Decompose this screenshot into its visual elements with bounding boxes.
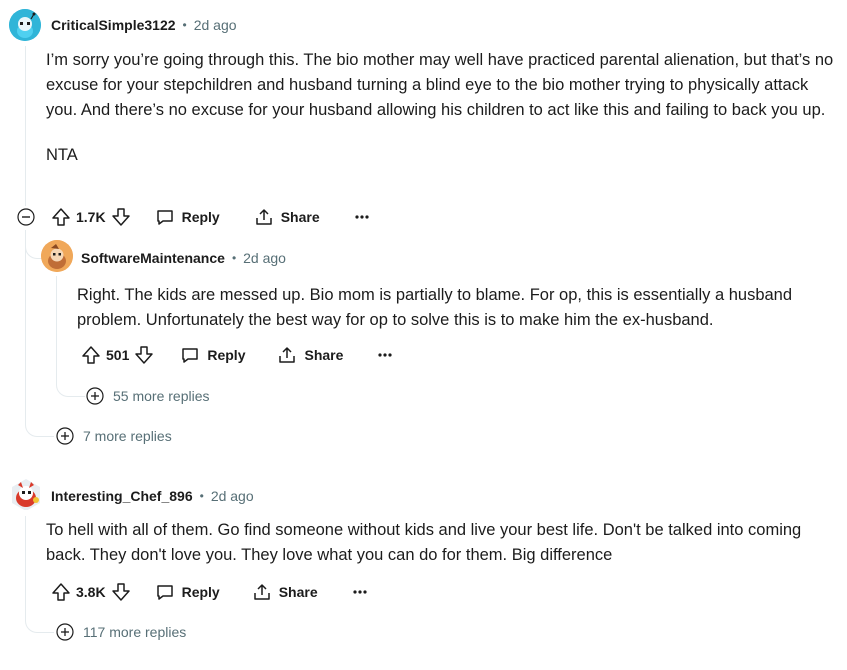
downvote-button[interactable] <box>111 207 131 227</box>
more-options-icon <box>353 590 367 594</box>
comment-body: To hell with all of them. Go find someon… <box>46 518 836 568</box>
comment-timestamp[interactable]: 2d ago <box>243 250 286 266</box>
upvote-button[interactable] <box>51 207 71 227</box>
comment-paragraph: NTA <box>46 146 78 164</box>
downvote-button[interactable] <box>134 345 154 365</box>
thread-line[interactable] <box>25 516 26 608</box>
comment-actions: 3.8K Reply Share <box>51 580 368 604</box>
plus-circle-icon <box>56 427 74 445</box>
avatar[interactable] <box>9 9 41 41</box>
upvote-icon <box>52 208 70 226</box>
more-options-button[interactable] <box>354 214 370 220</box>
reply-label: Reply <box>207 347 246 363</box>
thread-connector <box>25 604 54 633</box>
share-icon <box>279 347 296 363</box>
collapse-icon <box>17 208 35 226</box>
more-options-button[interactable] <box>377 352 393 358</box>
plus-circle-icon <box>56 623 74 641</box>
downvote-icon <box>111 208 130 226</box>
share-icon <box>253 584 270 600</box>
comment-body: Right. The kids are messed up. Bio mom i… <box>77 283 837 333</box>
reply-label: Reply <box>181 209 220 225</box>
comment-author[interactable]: Interesting_Chef_896 <box>51 488 193 504</box>
comment-body: I’m sorry you’re going through this. The… <box>46 48 836 168</box>
more-replies-button[interactable]: 55 more replies <box>86 386 210 406</box>
reply-button[interactable]: Reply <box>155 582 220 602</box>
comment-paragraph: To hell with all of them. Go find someon… <box>46 521 802 564</box>
downvote-icon <box>135 346 154 364</box>
reply-icon <box>156 585 173 600</box>
more-options-icon <box>378 353 393 357</box>
downvote-icon <box>111 583 130 601</box>
share-button[interactable]: Share <box>254 207 320 227</box>
reply-label: Reply <box>181 584 220 600</box>
upvote-icon <box>52 583 70 601</box>
downvote-button[interactable] <box>111 582 131 602</box>
separator-dot: • <box>231 251 237 265</box>
more-options-button[interactable] <box>352 589 368 595</box>
more-replies-label: 117 more replies <box>83 624 187 640</box>
collapse-button[interactable] <box>17 208 35 226</box>
share-icon <box>255 209 272 225</box>
more-replies-label: 55 more replies <box>113 388 210 404</box>
thread-connector <box>25 238 42 259</box>
share-button[interactable]: Share <box>277 345 343 365</box>
more-options-icon <box>355 215 369 219</box>
share-label: Share <box>278 584 318 600</box>
comment-actions: 1.7K Reply Share <box>51 205 370 229</box>
comment-author[interactable]: SoftwareMaintenance <box>81 250 225 266</box>
plus-circle-icon <box>86 387 104 405</box>
avatar[interactable] <box>41 240 73 272</box>
thread-connector <box>56 368 85 397</box>
comment-author[interactable]: CriticalSimple3122 <box>51 17 176 33</box>
reply-button[interactable]: Reply <box>155 207 220 227</box>
thread-line[interactable] <box>56 276 57 371</box>
comment-paragraph: Right. The kids are messed up. Bio mom i… <box>77 286 793 329</box>
more-replies-button[interactable]: 7 more replies <box>56 426 172 446</box>
comment-timestamp[interactable]: 2d ago <box>194 17 237 33</box>
share-label: Share <box>304 347 344 363</box>
vote-count: 3.8K <box>76 584 106 600</box>
separator-dot: • <box>199 489 204 503</box>
share-label: Share <box>280 209 320 225</box>
thread-line[interactable] <box>25 46 26 206</box>
comment-paragraph: I’m sorry you’re going through this. The… <box>46 51 834 119</box>
thread-connector <box>25 406 54 437</box>
more-replies-label: 7 more replies <box>83 428 172 444</box>
reply-icon <box>182 348 199 363</box>
vote-count: 1.7K <box>76 209 106 225</box>
more-replies-button[interactable]: 117 more replies <box>56 622 186 642</box>
share-button[interactable]: Share <box>252 582 318 602</box>
reply-icon <box>156 210 173 225</box>
avatar[interactable] <box>9 478 41 510</box>
thread-line[interactable] <box>25 230 26 410</box>
upvote-icon <box>82 346 100 364</box>
vote-count: 501 <box>106 347 130 363</box>
separator-dot: • <box>182 18 187 32</box>
upvote-button[interactable] <box>81 345 101 365</box>
reply-button[interactable]: Reply <box>180 345 245 365</box>
upvote-button[interactable] <box>51 582 71 602</box>
comment-timestamp[interactable]: 2d ago <box>211 488 254 504</box>
comment-actions: 501 Reply Share <box>81 343 393 367</box>
